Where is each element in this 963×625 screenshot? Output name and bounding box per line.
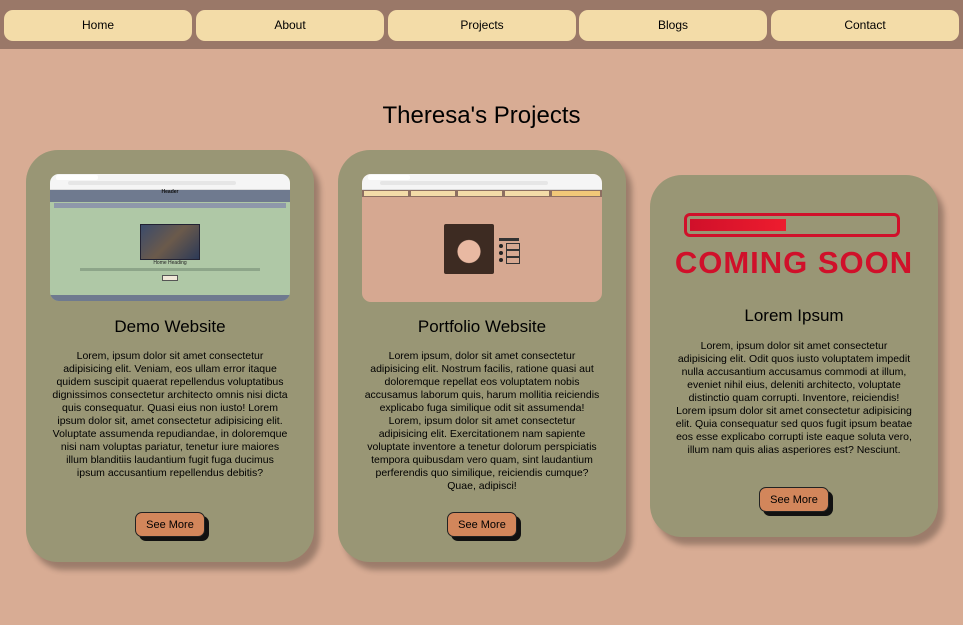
mini-image — [140, 224, 200, 260]
see-more-button[interactable]: See More — [759, 487, 829, 512]
browser-url — [380, 181, 548, 185]
card-text: Lorem, ipsum dolor sit amet consectetur … — [675, 340, 913, 456]
nav-projects[interactable]: Projects — [388, 10, 576, 41]
nav-about[interactable]: About — [196, 10, 384, 41]
page-title: Theresa's Projects — [382, 102, 581, 129]
mini-nav — [362, 190, 602, 197]
progress-bar-fill — [690, 219, 786, 231]
mini-heading: Home Heading — [153, 260, 187, 266]
nav-contact[interactable]: Contact — [771, 10, 959, 41]
demo-website-screenshot: Header Home Heading — [50, 174, 290, 301]
browser-tab — [368, 175, 410, 180]
portrait-image — [444, 224, 494, 274]
mini-footer — [50, 295, 290, 301]
browser-bar — [362, 174, 602, 190]
browser-tab — [56, 175, 98, 180]
nav-home[interactable]: Home — [4, 10, 192, 41]
project-card-demo: Header Home Heading Demo Website Lorem, … — [26, 150, 314, 562]
card-text: Lorem ipsum, dolor sit amet consectetur … — [364, 350, 600, 492]
coming-soon-text: COMING SOON — [674, 245, 914, 280]
coming-soon-banner: COMING SOON — [650, 175, 938, 295]
progress-bar-outline — [684, 213, 900, 237]
card-title: Demo Website — [114, 317, 226, 336]
card-title: Lorem Ipsum — [744, 306, 844, 325]
project-card-portfolio: Portfolio Website Lorem ipsum, dolor sit… — [338, 150, 626, 562]
nav-blogs[interactable]: Blogs — [579, 10, 767, 41]
see-more-button[interactable]: See More — [447, 512, 517, 537]
card-text: Lorem, ipsum dolor sit amet consectetur … — [52, 350, 288, 479]
see-more-button[interactable]: See More — [135, 512, 205, 537]
card-title: Portfolio Website — [417, 317, 547, 336]
mini-nav — [54, 203, 286, 208]
navbar: Home About Projects Blogs Contact — [0, 0, 963, 49]
mini-header-text: Header — [161, 189, 179, 195]
project-card-coming-soon: COMING SOON Lorem Ipsum Lorem, ipsum dol… — [650, 175, 938, 537]
browser-url — [68, 181, 236, 185]
mini-button — [162, 275, 178, 281]
mini-header: Header — [50, 189, 290, 202]
mini-text — [80, 268, 260, 271]
portfolio-website-screenshot — [362, 174, 602, 302]
browser-bar — [50, 174, 290, 190]
